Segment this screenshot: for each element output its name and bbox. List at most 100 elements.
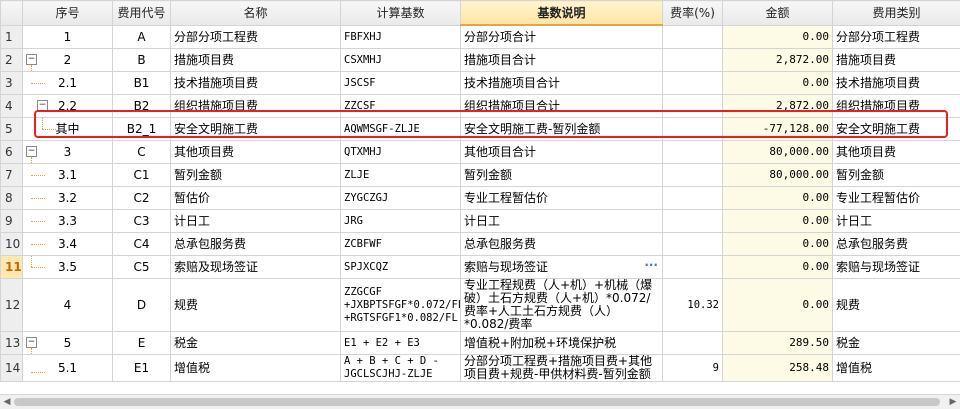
desc-cell[interactable]: 措施项目合计 (460, 48, 663, 72)
name-cell[interactable]: 税金 (170, 331, 341, 355)
row-number[interactable]: 9 (0, 209, 23, 233)
desc-cell[interactable]: 总承包服务费 (460, 232, 663, 256)
rate-cell[interactable]: 10.32 (662, 278, 723, 332)
code-cell[interactable]: B2_1 (112, 117, 171, 141)
base-cell[interactable]: E1 + E2 + E3 (340, 331, 461, 355)
collapse-toggle-icon[interactable]: − (26, 146, 37, 157)
seq-cell[interactable]: 4 (22, 278, 113, 332)
category-cell[interactable]: 措施项目费 (832, 48, 960, 72)
row-number[interactable]: 1 (0, 24, 23, 49)
ellipsis-button-icon[interactable]: ··· (644, 258, 658, 272)
table-row[interactable]: 7 3.1 C1 暂列金额 ZLJE 暂列金额 80,000.00 暂列金额 (0, 163, 960, 187)
desc-cell[interactable]: 分部分项工程费+措施项目费+其他项目费+规费-甲供材料费-暂列金额 (460, 354, 663, 382)
name-cell[interactable]: 暂列金额 (170, 163, 341, 187)
seq-cell[interactable]: 3.5 (22, 255, 113, 279)
code-cell[interactable]: C2 (112, 186, 171, 210)
col-header-category[interactable]: 费用类别 (832, 0, 960, 26)
corner-cell[interactable] (0, 0, 23, 26)
table-row[interactable]: 2 − 2 B 措施项目费 CSXMHJ 措施项目合计 2,872.00 措施项… (0, 48, 960, 72)
base-cell[interactable]: AQWMSGF-ZLJE (340, 117, 461, 141)
row-number[interactable]: 3 (0, 71, 23, 95)
seq-cell[interactable]: − 5 (22, 331, 113, 355)
name-cell[interactable]: 增值税 (170, 354, 341, 382)
desc-cell[interactable]: 专业工程规费（人+机）+机械（爆破）土石方规费（人+机）*0.072/费率+人工… (460, 278, 663, 332)
category-cell[interactable]: 技术措施项目费 (832, 71, 960, 95)
amount-cell[interactable]: -77,128.00 (722, 117, 833, 141)
row-number[interactable]: 8 (0, 186, 23, 210)
name-cell[interactable]: 安全文明施工费 (170, 117, 341, 141)
rate-cell[interactable] (662, 48, 723, 72)
table-row[interactable]: 8 3.2 C2 暂估价 ZYGCZGJ 专业工程暂估价 0.00 专业工程暂估… (0, 186, 960, 210)
row-number[interactable]: 13 (0, 331, 23, 355)
amount-cell[interactable]: 0.00 (722, 24, 833, 49)
desc-cell[interactable]: 技术措施项目合计 (460, 71, 663, 95)
base-cell[interactable]: ZZGCGF +JXBPTSFGF*0.072/FL +RGTSFGF1*0.0… (340, 278, 461, 332)
table-row[interactable]: 1 1 A 分部分项工程费 FBFXHJ 分部分项合计 0.00 分部分项工程费 (0, 24, 960, 49)
desc-cell-editing[interactable]: 索赔与现场签证 ··· (460, 255, 663, 279)
amount-cell[interactable]: 0.00 (722, 209, 833, 233)
seq-cell[interactable]: 3.3 (22, 209, 113, 233)
category-cell[interactable]: 其他项目费 (832, 140, 960, 164)
row-number[interactable]: 4 (0, 94, 23, 118)
rate-cell[interactable] (662, 186, 723, 210)
code-cell[interactable]: B1 (112, 71, 171, 95)
name-cell[interactable]: 规费 (170, 278, 341, 332)
seq-cell[interactable]: 3.1 (22, 163, 113, 187)
code-cell[interactable]: D (112, 278, 171, 332)
rate-cell[interactable] (662, 331, 723, 355)
category-cell[interactable]: 组织措施项目费 (832, 94, 960, 118)
seq-cell[interactable]: 3.2 (22, 186, 113, 210)
row-number[interactable]: 7 (0, 163, 23, 187)
table-row-selected[interactable]: 11 3.5 C5 索赔及现场签证 SPJXCQZ 索赔与现场签证 ··· 0.… (0, 255, 960, 279)
code-cell[interactable]: B (112, 48, 171, 72)
category-cell[interactable]: 增值税 (832, 354, 960, 382)
code-cell[interactable]: C5 (112, 255, 171, 279)
code-cell[interactable]: C1 (112, 163, 171, 187)
seq-cell[interactable]: − 2 (22, 48, 113, 72)
amount-cell[interactable]: 0.00 (722, 71, 833, 95)
rate-cell[interactable] (662, 163, 723, 187)
col-header-base[interactable]: 计算基数 (340, 0, 461, 26)
desc-cell[interactable]: 专业工程暂估价 (460, 186, 663, 210)
scrollbar-thumb[interactable] (14, 398, 940, 406)
table-row[interactable]: 5 其中 B2_1 安全文明施工费 AQWMSGF-ZLJE 安全文明施工费-暂… (0, 117, 960, 141)
horizontal-scrollbar[interactable]: ◀ ▶ (0, 394, 960, 409)
amount-cell[interactable]: 258.48 (722, 354, 833, 382)
base-cell[interactable]: JSCSF (340, 71, 461, 95)
category-cell[interactable]: 总承包服务费 (832, 232, 960, 256)
base-cell[interactable]: ZCBFWF (340, 232, 461, 256)
rate-cell[interactable] (662, 71, 723, 95)
amount-cell[interactable]: 0.00 (722, 232, 833, 256)
row-number[interactable]: 14 (0, 354, 23, 382)
code-cell[interactable]: A (112, 24, 171, 49)
name-cell[interactable]: 措施项目费 (170, 48, 341, 72)
name-cell[interactable]: 索赔及现场签证 (170, 255, 341, 279)
category-cell[interactable]: 计日工 (832, 209, 960, 233)
seq-cell[interactable]: 其中 (22, 117, 113, 141)
desc-cell[interactable]: 增值税+附加税+环境保护税 (460, 331, 663, 355)
name-cell[interactable]: 分部分项工程费 (170, 24, 341, 49)
seq-cell[interactable]: 5.1 (22, 354, 113, 382)
table-row[interactable]: 14 5.1 E1 增值税 A + B + C + D - JGCLSCJHJ-… (0, 354, 960, 382)
rate-cell[interactable] (662, 94, 723, 118)
base-cell[interactable]: CSXMHJ (340, 48, 461, 72)
rate-cell[interactable] (662, 209, 723, 233)
amount-cell[interactable]: 289.50 (722, 331, 833, 355)
row-number[interactable]: 2 (0, 48, 23, 72)
base-cell[interactable]: SPJXCQZ (340, 255, 461, 279)
amount-cell[interactable]: 0.00 (722, 186, 833, 210)
desc-cell[interactable]: 计日工 (460, 209, 663, 233)
row-number[interactable]: 12 (0, 278, 23, 332)
category-cell[interactable]: 税金 (832, 331, 960, 355)
desc-cell[interactable]: 安全文明施工费-暂列金额 (460, 117, 663, 141)
name-cell[interactable]: 计日工 (170, 209, 341, 233)
code-cell[interactable]: C4 (112, 232, 171, 256)
base-cell[interactable]: ZLJE (340, 163, 461, 187)
table-row[interactable]: 10 3.4 C4 总承包服务费 ZCBFWF 总承包服务费 0.00 总承包服… (0, 232, 960, 256)
base-cell[interactable]: JRG (340, 209, 461, 233)
name-cell[interactable]: 暂估价 (170, 186, 341, 210)
name-cell[interactable]: 其他项目费 (170, 140, 341, 164)
name-cell[interactable]: 组织措施项目费 (170, 94, 341, 118)
seq-cell[interactable]: 2.1 (22, 71, 113, 95)
base-cell[interactable]: A + B + C + D - JGCLSCJHJ-ZLJE (340, 354, 461, 382)
